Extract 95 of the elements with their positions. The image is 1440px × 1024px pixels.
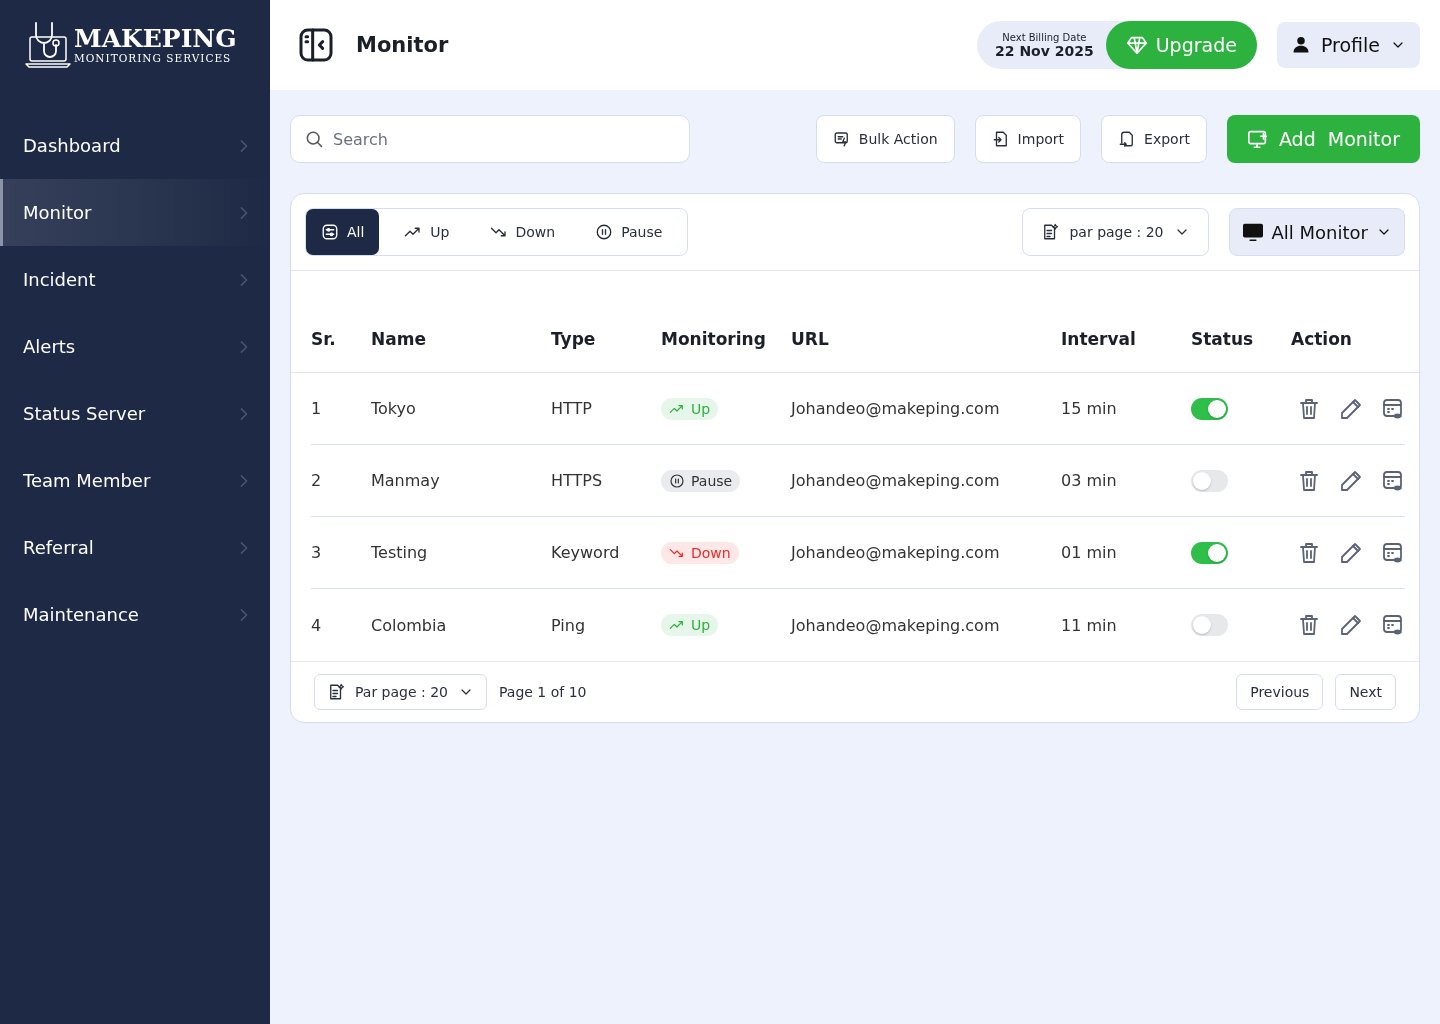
pause-icon: [595, 223, 614, 241]
stethoscope-laptop-logo-icon: [24, 19, 72, 71]
filter-tab[interactable]: Up: [389, 209, 465, 255]
column-header: Sr.: [311, 328, 337, 349]
edit-icon[interactable]: [1339, 613, 1363, 637]
previous-button[interactable]: Previous: [1236, 674, 1324, 710]
column-header: Type: [551, 328, 597, 349]
document-sparkle-icon: [327, 682, 345, 702]
column-header: Interval: [1061, 328, 1137, 349]
table-cell-text: 2: [311, 471, 323, 490]
chevron-right-icon: [238, 539, 250, 556]
profile-button[interactable]: Profile: [1276, 22, 1420, 68]
delete-icon[interactable]: [1297, 396, 1321, 421]
table-cell-text: Johandeo@makeping.com: [791, 471, 1001, 490]
sidebar-item[interactable]: Dashboard: [0, 112, 270, 179]
column-header: Name: [371, 328, 427, 349]
sidebar-item[interactable]: Alerts: [0, 313, 270, 380]
edit-icon[interactable]: [1339, 396, 1363, 421]
search-field[interactable]: Search: [290, 115, 690, 163]
table-cell-text: Johandeo@makeping.com: [791, 615, 1001, 635]
edit-icon[interactable]: [1339, 540, 1363, 565]
status-badge: Up: [661, 614, 719, 636]
next-button[interactable]: Next: [1335, 674, 1396, 710]
view-details-icon[interactable]: [1381, 468, 1405, 493]
column-header: Action: [1291, 328, 1353, 349]
table-cell-text: 3: [311, 543, 323, 562]
chevron-right-icon: [238, 338, 250, 355]
chevron-right-icon: [238, 405, 250, 422]
document-import-icon: [991, 130, 1010, 148]
sidebar-item[interactable]: Maintenance: [0, 581, 270, 648]
user-icon: [1290, 34, 1311, 56]
delete-icon[interactable]: [1297, 540, 1321, 565]
status-badge: Up: [661, 397, 719, 420]
chevron-right-icon: [238, 137, 250, 154]
sidebar-item[interactable]: Incident: [0, 246, 270, 313]
brand-name: MAKEPING: [74, 26, 237, 52]
chevron-right-icon: [238, 271, 250, 288]
filter-icon: [321, 223, 339, 241]
per-page-dropdown[interactable]: Par page : 20: [314, 674, 487, 710]
chevron-right-icon: [238, 606, 250, 623]
table-cell-text: HTTPS: [551, 471, 604, 490]
table-cell-text: HTTP: [551, 399, 593, 418]
monitor-plus-icon: [1246, 128, 1269, 150]
page-indicator: Page 1 of 10: [499, 684, 587, 700]
pause-icon: [669, 472, 685, 489]
sidebar-item[interactable]: Status Server: [0, 380, 270, 447]
billing-label: Next Billing Date: [1002, 31, 1087, 43]
monitor-dropdown[interactable]: All Monitor: [1228, 208, 1405, 256]
filter-tab[interactable]: All: [306, 209, 380, 255]
chevron-right-icon: [238, 204, 250, 221]
table-cell-text: Colombia: [371, 615, 448, 635]
sidebar-item[interactable]: Team Member: [0, 447, 270, 514]
toggle-switch[interactable]: [1191, 541, 1228, 564]
table-cell-text: 4: [311, 615, 323, 635]
status-badge: Pause: [661, 469, 741, 492]
filter-tab[interactable]: Pause: [580, 209, 678, 255]
view-details-icon[interactable]: [1381, 396, 1405, 421]
filter-tab[interactable]: Down: [474, 209, 571, 255]
delete-icon[interactable]: [1297, 613, 1321, 637]
per-page-dropdown[interactable]: par page : 20: [1022, 208, 1209, 256]
toolbar-button[interactable]: Bulk Action: [815, 115, 955, 163]
view-details-icon[interactable]: [1381, 540, 1405, 565]
bulk-edit-icon: [832, 130, 851, 148]
table-cell-text: 15 min: [1061, 399, 1118, 418]
table-cell-text: Manmay: [371, 471, 441, 490]
table-cell-text: Ping: [551, 615, 587, 635]
toolbar-button[interactable]: Export: [1101, 115, 1207, 163]
table-cell-text: 01 min: [1061, 543, 1118, 562]
toggle-switch[interactable]: [1191, 397, 1228, 420]
brand-tagline: MONITORING SERVICES: [74, 52, 233, 64]
edit-icon[interactable]: [1339, 468, 1363, 493]
column-header: URL: [791, 328, 830, 349]
toggle-switch[interactable]: [1191, 469, 1228, 492]
column-header: Monitoring: [661, 328, 767, 349]
table-cell-text: Keyword: [551, 543, 621, 562]
table-cell-text: Tokyo: [371, 399, 417, 418]
document-sparkle-icon: [1041, 222, 1060, 242]
sidebar-item[interactable]: Referral: [0, 514, 270, 581]
column-header: Status: [1191, 328, 1255, 349]
monitor-icon: [1241, 221, 1264, 243]
table-cell-text: Johandeo@makeping.com: [791, 543, 1001, 562]
table-cell-text: 1: [311, 399, 323, 418]
status-badge: Down: [661, 541, 739, 564]
table-cell-text: Testing: [371, 543, 429, 562]
toggle-switch[interactable]: [1191, 614, 1228, 636]
table-cell-text: 03 min: [1061, 471, 1118, 490]
diamond-icon: [1125, 34, 1148, 56]
billing-date: 22 Nov 2025: [995, 42, 1094, 59]
delete-icon[interactable]: [1297, 468, 1321, 493]
table-cell-text: Johandeo@makeping.com: [791, 399, 1001, 418]
chevron-right-icon: [238, 472, 250, 489]
page-title: Monitor: [356, 33, 450, 57]
toolbar-button[interactable]: Import: [974, 115, 1082, 163]
table-cell-text: 11 min: [1061, 615, 1118, 635]
view-details-icon[interactable]: [1381, 613, 1405, 637]
